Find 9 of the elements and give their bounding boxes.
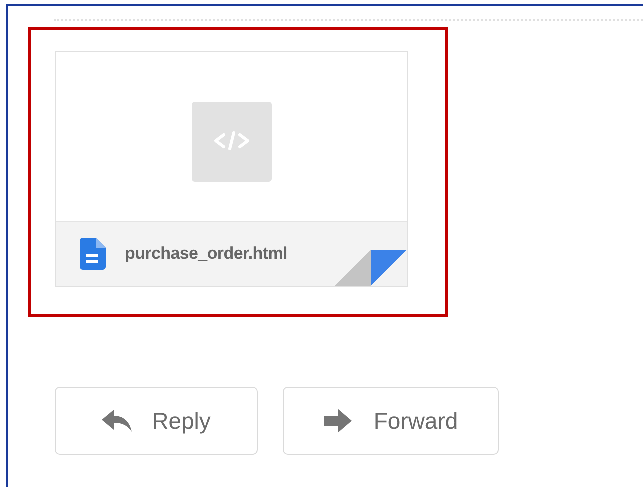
document-icon — [80, 238, 106, 270]
attachment-filename: purchase_order.html — [125, 243, 288, 266]
forward-button[interactable]: Forward — [283, 387, 499, 455]
code-file-icon — [192, 102, 272, 182]
forward-arrow-icon — [324, 409, 352, 433]
reply-arrow-icon — [102, 410, 132, 432]
attachment-card[interactable]: purchase_order.html — [55, 51, 408, 287]
reply-button[interactable]: Reply — [55, 387, 258, 455]
page-corner-icon — [335, 250, 407, 286]
